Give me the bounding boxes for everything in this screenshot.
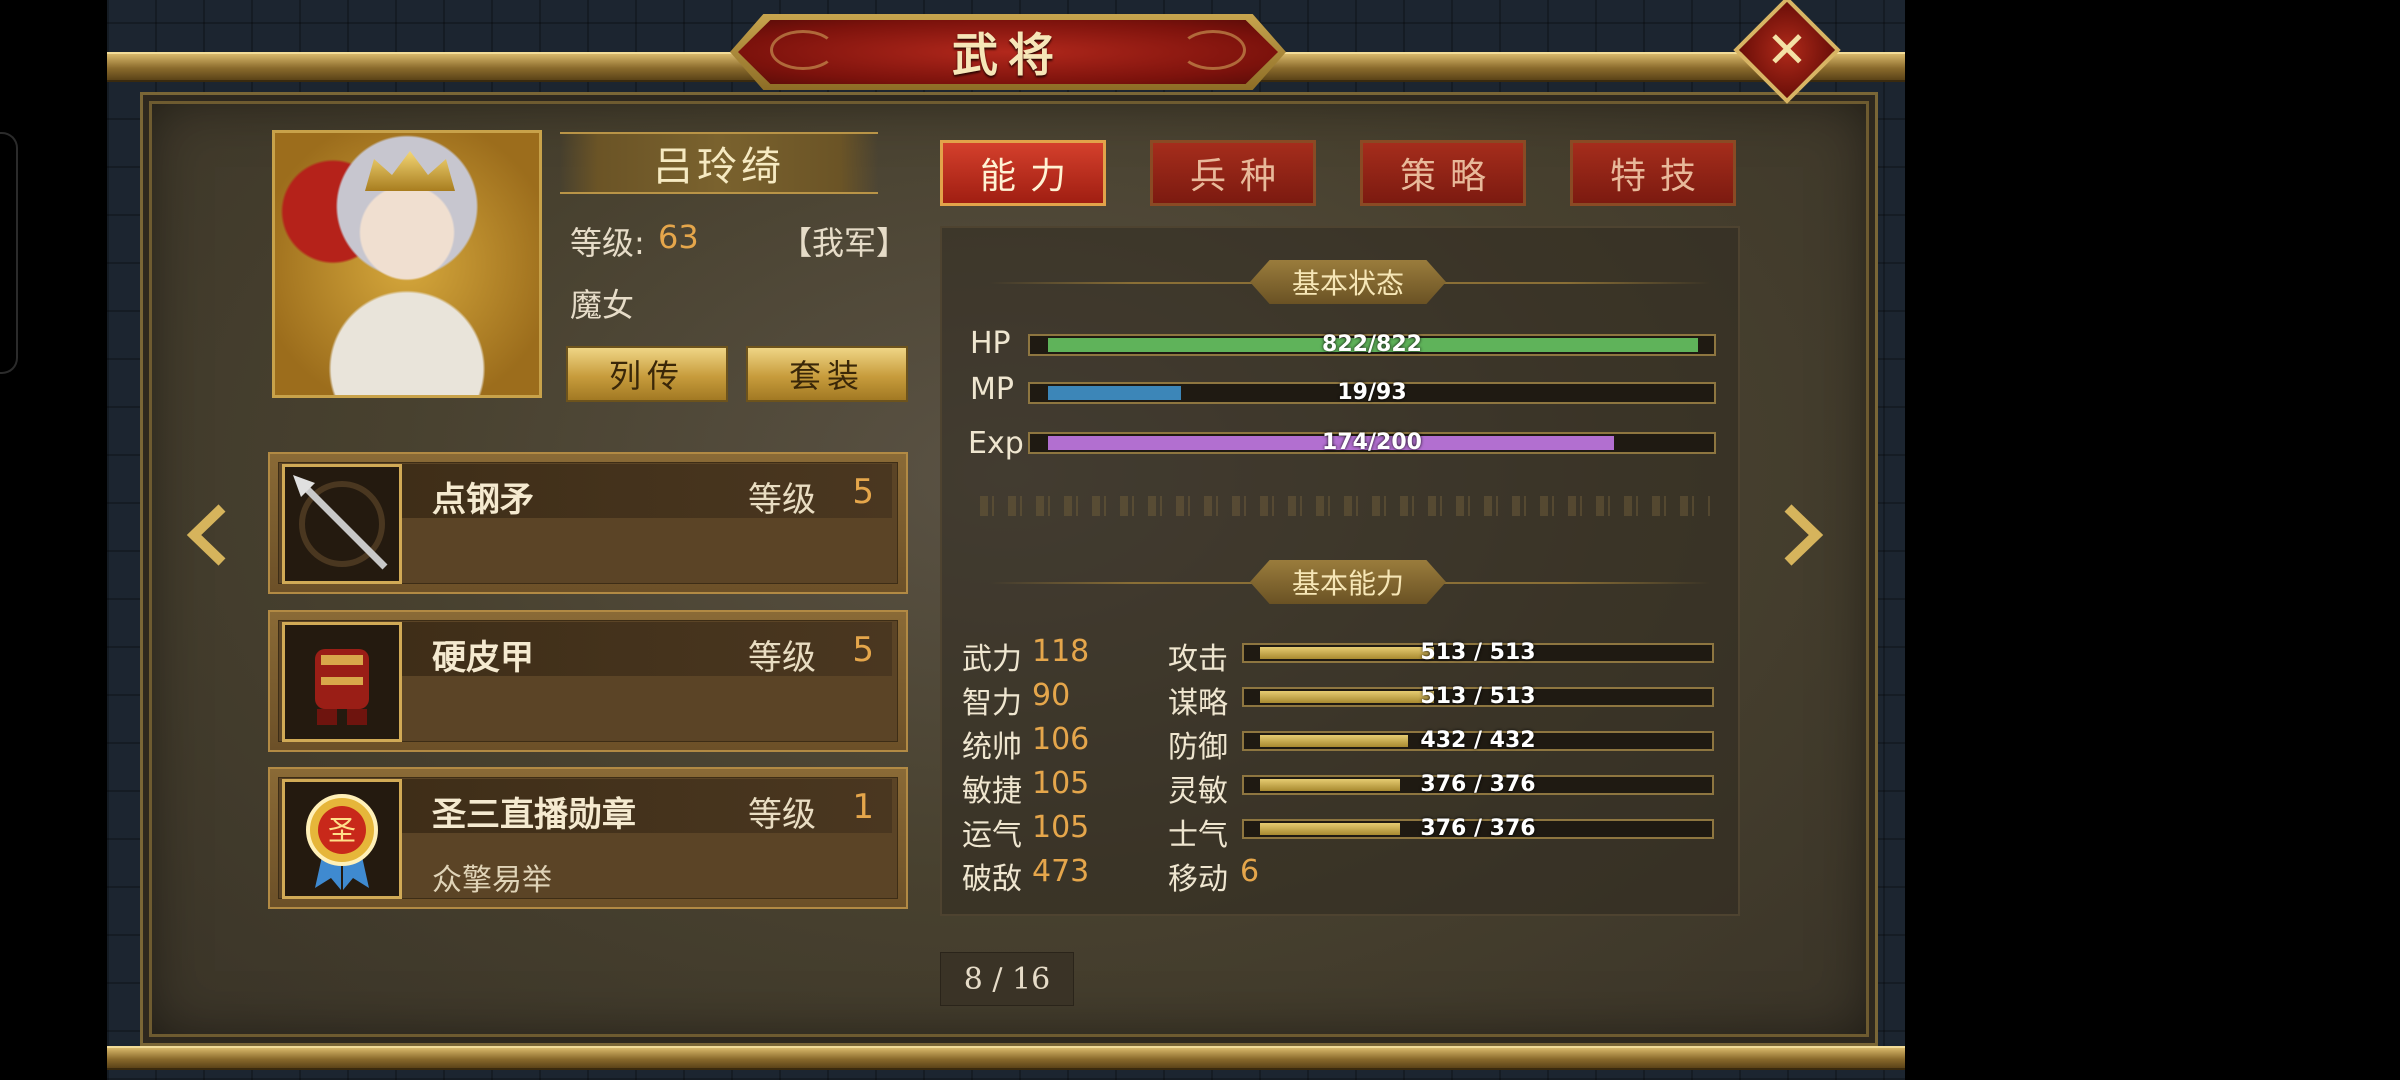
close-icon[interactable]: ✕	[1749, 12, 1825, 88]
attr-value: 90	[1032, 678, 1071, 713]
combat-stat-bar: 376 / 376	[1242, 772, 1714, 797]
equipment-level-value: 5	[852, 472, 874, 512]
equipment-set-button[interactable]: 套装	[746, 346, 908, 402]
combat-stat-value: 376 / 376	[1420, 772, 1536, 797]
crown-icon	[365, 151, 455, 191]
hp-label: HP	[970, 326, 1011, 361]
chevron-left-icon	[186, 504, 226, 566]
level-value: 63	[658, 218, 699, 256]
chevron-right-icon	[1784, 504, 1824, 566]
basic-status-label: 基本状态	[1250, 260, 1446, 304]
combat-stat-bar: 513 / 513	[1242, 684, 1714, 709]
combat-stat-value: 513 / 513	[1420, 640, 1536, 665]
attr-name: 破敌	[962, 862, 1022, 897]
medal-icon: 圣	[282, 779, 402, 899]
combat-stat-bar: 432 / 432	[1242, 728, 1714, 753]
combat-stat-name: 谋略	[1168, 686, 1228, 721]
attr-value: 105	[1032, 810, 1090, 845]
level-label: 等级:	[570, 224, 645, 262]
tab-special-skill[interactable]: 特技	[1570, 140, 1736, 206]
tab-troop-type[interactable]: 兵种	[1150, 140, 1316, 206]
equipment-slot-weapon[interactable]: 点钢矛 等级 5	[268, 452, 908, 594]
hero-portrait	[272, 130, 542, 398]
basic-ability-label: 基本能力	[1250, 560, 1446, 604]
attr-value: 118	[1032, 634, 1090, 669]
mp-label: MP	[970, 372, 1014, 407]
equipment-level-label: 等级	[748, 638, 816, 678]
page-indicator: 8 / 16	[940, 952, 1074, 1006]
exp-value: 174/200	[1322, 430, 1422, 455]
move-value: 6	[1240, 854, 1260, 889]
equipment-level-label: 等级	[748, 480, 816, 520]
hero-name: 吕玲绮	[560, 132, 878, 194]
armor-icon	[282, 622, 402, 742]
combat-stat-name: 攻击	[1168, 642, 1228, 677]
attr-name: 统帅	[962, 730, 1022, 765]
combat-stat-value: 513 / 513	[1420, 684, 1536, 709]
attr-value: 106	[1032, 722, 1090, 757]
biography-button[interactable]: 列传	[566, 346, 728, 402]
tab-ability[interactable]: 能力	[940, 140, 1106, 206]
combat-stat-bar: 513 / 513	[1242, 640, 1714, 665]
equipment-level-label: 等级	[748, 795, 816, 835]
equipment-name: 点钢矛	[432, 480, 534, 520]
tab-strategy[interactable]: 策略	[1360, 140, 1526, 206]
attr-value: 105	[1032, 766, 1090, 801]
mp-bar: 19/93	[1028, 380, 1716, 405]
screen-notch	[0, 132, 18, 374]
prev-general-button[interactable]	[182, 500, 236, 570]
hero-class: 魔女	[570, 286, 635, 324]
equipment-name: 圣三直播勋章	[432, 795, 636, 835]
combat-stat-bar: 376 / 376	[1242, 816, 1714, 841]
combat-stat-value: 376 / 376	[1420, 816, 1536, 841]
attr-name: 武力	[962, 642, 1022, 677]
combat-stat-name: 灵敏	[1168, 774, 1228, 809]
hp-value: 822/822	[1322, 332, 1422, 357]
attr-value: 473	[1032, 854, 1090, 889]
equipment-slot-medal[interactable]: 圣 圣三直播勋章 等级 1 众擎易举	[268, 767, 908, 909]
hp-bar: 822/822	[1028, 332, 1716, 357]
attr-name: 智力	[962, 686, 1022, 721]
spear-icon	[282, 464, 402, 584]
equipment-description: 众擎易举	[432, 863, 552, 898]
faction-label: 【我军】	[780, 224, 909, 262]
meander-divider	[980, 496, 1710, 516]
move-label: 移动	[1168, 862, 1228, 897]
equipment-slot-armor[interactable]: 硬皮甲 等级 5	[268, 610, 908, 752]
combat-stat-name: 士气	[1168, 818, 1228, 853]
next-general-button[interactable]	[1774, 500, 1828, 570]
attr-name: 运气	[962, 818, 1022, 853]
combat-stat-name: 防御	[1168, 730, 1228, 765]
equipment-level-value: 1	[852, 787, 874, 827]
attr-name: 敏捷	[962, 774, 1022, 809]
equipment-name: 硬皮甲	[432, 638, 534, 678]
exp-label: Exp	[968, 426, 1024, 461]
mp-value: 19/93	[1337, 380, 1407, 405]
medal-glyph: 圣	[328, 814, 356, 847]
page-title: 武将	[952, 28, 1064, 82]
combat-stat-value: 432 / 432	[1420, 728, 1536, 753]
equipment-level-value: 5	[852, 630, 874, 670]
frame-bottom-border	[107, 1046, 1905, 1070]
exp-bar: 174/200	[1028, 430, 1716, 455]
